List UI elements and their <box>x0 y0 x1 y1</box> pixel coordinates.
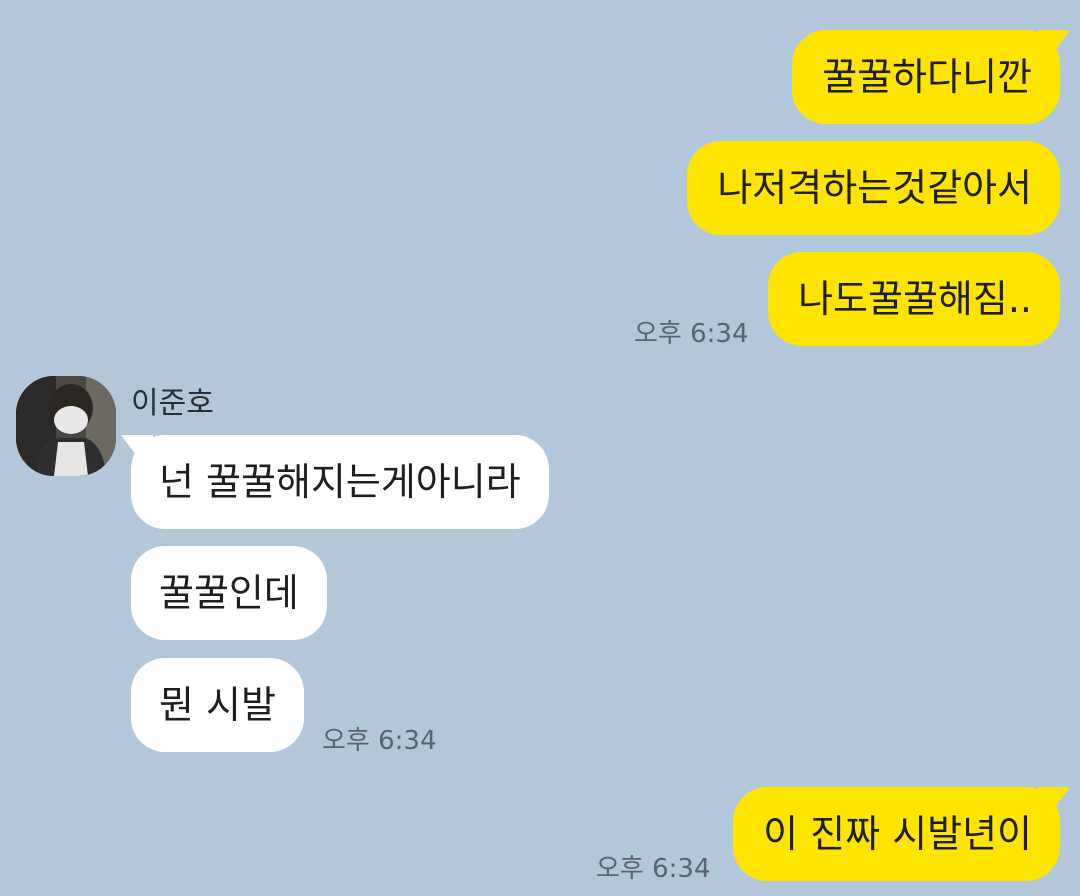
received-message-bubble[interactable]: 꿀꿀인데 <box>131 546 327 640</box>
message-text: 나도꿀꿀해짐.. <box>798 277 1032 321</box>
message-timestamp: 오후 6:34 <box>322 726 437 756</box>
message-text: 넌 꿀꿀해지는게아니라 <box>159 460 521 504</box>
profile-photo-icon <box>16 376 116 476</box>
message-timestamp: 오후 6:34 <box>596 854 711 884</box>
profile-avatar[interactable] <box>16 376 116 476</box>
sender-name: 이준호 <box>131 386 214 421</box>
message-text: 이 진짜 시발년이 <box>763 812 1032 856</box>
my-message-bubble[interactable]: 나도꿀꿀해짐.. <box>768 252 1060 346</box>
received-message-bubble[interactable]: 뭔 시발 <box>131 658 304 752</box>
message-text: 꿀꿀인데 <box>159 571 299 615</box>
message-text: 꿀꿀하다니깐 <box>822 55 1032 99</box>
message-timestamp: 오후 6:34 <box>634 319 749 349</box>
message-text: 나저격하는것같아서 <box>717 166 1032 210</box>
received-message-bubble[interactable]: 넌 꿀꿀해지는게아니라 <box>131 435 549 529</box>
message-text: 뭔 시발 <box>159 683 276 727</box>
my-message-bubble[interactable]: 이 진짜 시발년이 <box>733 787 1060 881</box>
my-message-bubble[interactable]: 나저격하는것같아서 <box>687 141 1060 235</box>
my-message-bubble[interactable]: 꿀꿀하다니깐 <box>792 30 1060 124</box>
chat-room: 꿀꿀하다니깐 나저격하는것같아서 나도꿀꿀해짐.. 오후 6:34 이준호 넌 … <box>0 0 1080 896</box>
